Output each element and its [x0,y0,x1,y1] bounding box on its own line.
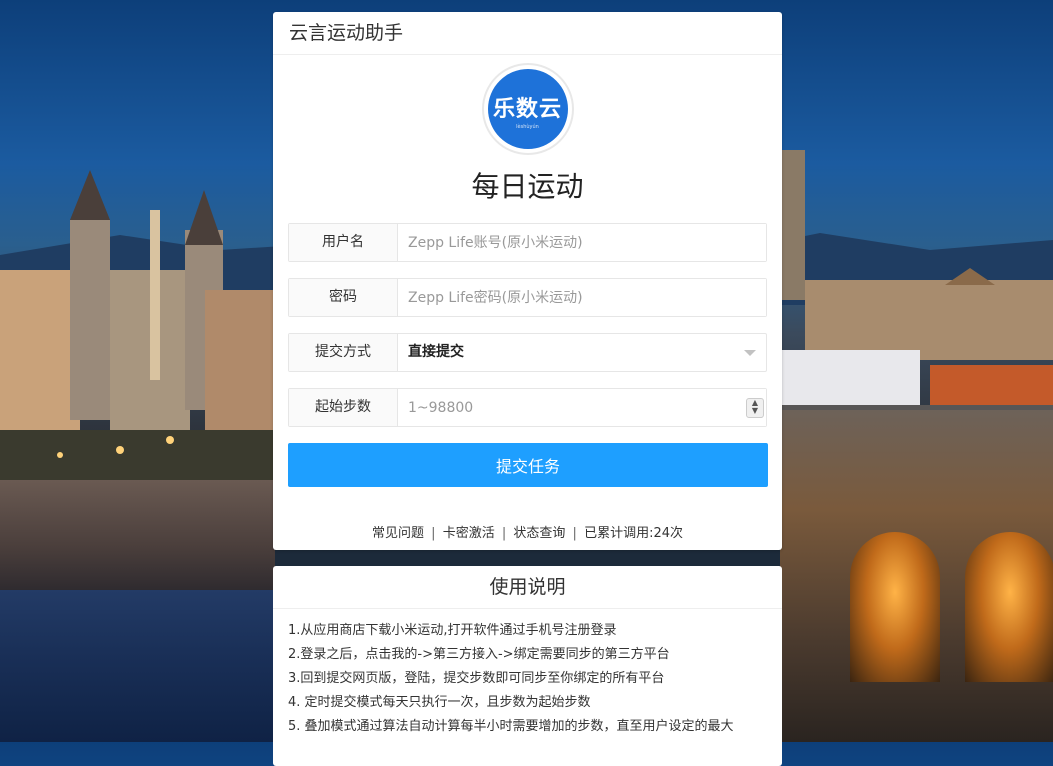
brand-logo: 乐数云 lèshùyún [487,69,568,149]
logo-subtext: lèshùyún [516,124,539,130]
link-separator: | [572,526,577,541]
app-header-title: 云言运动助手 [289,22,404,44]
task-form: 用户名 密码 提交方式 直接提交 起始步数 ▲▼ [288,223,767,427]
start-steps-input[interactable] [398,389,766,426]
instruction-step: 2.登录之后，点击我的->第三方接入->绑定需要同步的第三方平台 [288,647,670,662]
submit-mode-label: 提交方式 [289,334,398,371]
river [0,590,280,742]
instruction-step: 5. 叠加模式通过算法自动计算每半小时需要增加的步数，直至用户设定的最大 [288,719,734,734]
submit-task-button[interactable]: 提交任务 [288,443,768,487]
link-separator: | [501,526,507,541]
username-input[interactable] [398,224,766,261]
number-spinner-icon[interactable]: ▲ ▼ [746,398,764,418]
cityscape-right [780,150,1053,430]
instructions-list: 1.从应用商店下载小米运动,打开软件通过手机号注册登录 2.登录之后，点击我的-… [273,609,782,739]
card-header: 云言运动助手 [273,12,782,55]
logo-text: 乐数云 [492,97,562,122]
password-input[interactable] [398,279,766,316]
instruction-step: 3.回到提交网页版，登陆，提交步数即可同步至你绑定的所有平台 [288,671,665,686]
submit-mode-select[interactable]: 直接提交 [398,334,766,371]
cathedral-silhouette [0,170,275,500]
instruction-step: 4. 定时提交模式每天只执行一次，且步数为起始步数 [288,695,591,710]
roman-bridge [780,410,1053,742]
link-separator: | [431,526,436,541]
chevron-down-icon [744,350,756,356]
submit-mode-row: 提交方式 直接提交 [288,333,767,372]
password-label: 密码 [289,279,398,316]
start-steps-field: ▲▼ [398,389,766,426]
password-row: 密码 [288,278,767,317]
usage-count-text: 已累计调用:24次 [584,526,683,541]
footer-links: 常见问题 | 卡密激活 | 状态查询 | 已累计调用:24次 [273,522,782,541]
start-steps-row: 起始步数 ▲▼ [288,388,767,427]
start-steps-label: 起始步数 [289,389,398,426]
task-card: 云言运动助手 乐数云 lèshùyún 每日运动 用户名 密码 提交方式 直接提… [273,12,782,550]
river-wall [0,480,275,590]
username-row: 用户名 [288,223,767,262]
username-label: 用户名 [289,224,398,261]
submit-mode-value: 直接提交 [408,344,464,360]
instruction-step: 1.从应用商店下载小米运动,打开软件通过手机号注册登录 [288,623,617,638]
instructions-title: 使用说明 [273,566,782,609]
page-title: 每日运动 [471,170,584,203]
activate-card-link[interactable]: 卡密激活 [443,526,495,541]
logo-frame: 乐数云 lèshùyún [483,65,572,153]
faq-link[interactable]: 常见问题 [372,526,424,541]
status-query-link[interactable]: 状态查询 [513,526,565,541]
instructions-card: 使用说明 1.从应用商店下载小米运动,打开软件通过手机号注册登录 2.登录之后，… [273,566,782,766]
